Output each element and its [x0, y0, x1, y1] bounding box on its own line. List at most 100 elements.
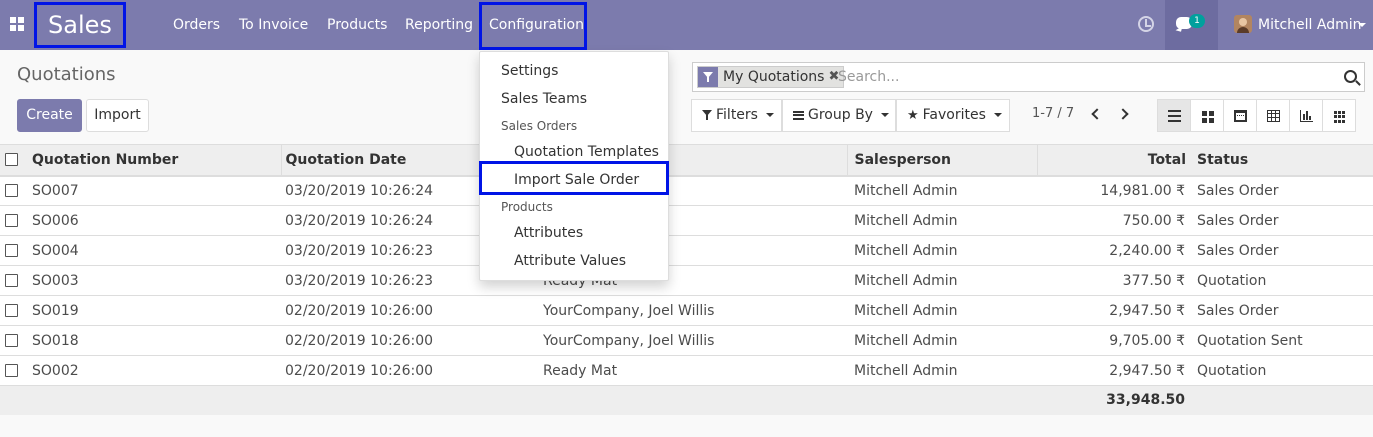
- column-total[interactable]: Total: [1037, 144, 1193, 177]
- pager-value[interactable]: 1-7 / 7: [1032, 106, 1074, 121]
- kanban-view-icon: [1202, 111, 1215, 123]
- star-icon: ★: [907, 108, 919, 123]
- cell-salesperson: Mitchell Admin: [847, 205, 1037, 236]
- avatar[interactable]: [1234, 15, 1252, 33]
- calendar-view-icon: [1234, 110, 1247, 122]
- menu-reporting[interactable]: Reporting: [405, 0, 473, 50]
- activity-clock-icon[interactable]: [1138, 16, 1154, 32]
- group-by-button[interactable]: Group By: [782, 99, 896, 132]
- table-row[interactable]: SO007 03/20/2019 10:26:24 Mitchell Admin 14…: [0, 175, 1373, 206]
- activity-view-icon: [1334, 111, 1347, 123]
- cell-quotation-number: SO006: [27, 205, 281, 236]
- cell-salesperson: Mitchell Admin: [847, 175, 1037, 206]
- search-facet: My Quotations ✖: [697, 66, 845, 88]
- table-row[interactable]: SO002 02/20/2019 10:26:00 Ready Mat Mitchel…: [0, 355, 1373, 386]
- graph-view-button[interactable]: [1289, 99, 1323, 132]
- dropdown-item-quotation-templates[interactable]: Quotation Templates: [480, 144, 668, 160]
- dropdown-item-attribute-values[interactable]: Attribute Values: [480, 253, 668, 269]
- dropdown-header-products: Products: [501, 200, 553, 214]
- favorites-label: Favorites: [922, 107, 986, 123]
- table-row[interactable]: SO00303/20/2019 10:26:23Ready MatMitchel…: [0, 265, 1373, 296]
- import-button[interactable]: Import: [86, 99, 149, 132]
- select-all-checkbox[interactable]: [0, 144, 27, 177]
- kanban-view-button[interactable]: [1190, 99, 1224, 132]
- top-navbar: Sales Orders To Invoice Products Reporti…: [0, 0, 1373, 50]
- messaging-button[interactable]: 1: [1165, 0, 1218, 50]
- calendar-view-button[interactable]: [1223, 99, 1257, 132]
- column-status[interactable]: Status: [1193, 144, 1373, 177]
- cell-quotation-number: SO004: [27, 235, 281, 266]
- caret-down-icon: [880, 113, 889, 117]
- menu-to-invoice[interactable]: To Invoice: [239, 0, 308, 50]
- row-checkbox[interactable]: [0, 355, 27, 386]
- cell-salesperson: Mitchell Admin: [847, 355, 1037, 386]
- dropdown-item-settings[interactable]: Settings: [480, 63, 668, 79]
- list-view-button[interactable]: [1157, 99, 1191, 132]
- cell-status: Sales Order: [1193, 205, 1373, 236]
- search-bar[interactable]: My Quotations ✖: [692, 62, 1365, 92]
- breadcrumb: Quotations: [17, 64, 116, 85]
- cell-total: 14,981.00 ₹: [1037, 175, 1193, 206]
- cell-quotation-date: 02/20/2019 10:26:00: [281, 355, 536, 386]
- facet-label: My Quotations: [723, 69, 825, 85]
- menu-products[interactable]: Products: [327, 0, 387, 50]
- view-switcher: [1157, 99, 1356, 132]
- cell-customer: YourCompany, Joel Willis: [536, 325, 847, 356]
- caret-down-icon: [993, 113, 1002, 117]
- import-sale-order-highlight: [479, 161, 669, 195]
- column-quotation-number[interactable]: Quotation Number: [27, 144, 282, 177]
- table-row[interactable]: SO019 02/20/2019 10:26:00 YourCompany, Joe…: [0, 295, 1373, 326]
- table-footer: 33,948.50: [0, 385, 1373, 415]
- cell-salesperson: Mitchell Admin: [847, 265, 1037, 296]
- table-row[interactable]: SO006 03/20/2019 10:26:24 Mitchell Admin 75…: [0, 205, 1373, 236]
- row-checkbox[interactable]: [0, 325, 27, 356]
- cell-status: Quotation: [1193, 355, 1373, 386]
- row-checkbox[interactable]: [0, 235, 27, 266]
- cell-quotation-number: SO019: [27, 295, 281, 326]
- dropdown-item-sales-teams[interactable]: Sales Teams: [480, 91, 668, 107]
- cell-status: Sales Order: [1193, 175, 1373, 206]
- user-menu[interactable]: Mitchell Admin: [1258, 0, 1362, 50]
- row-checkbox[interactable]: [0, 295, 27, 326]
- row-checkbox[interactable]: [0, 265, 27, 296]
- row-checkbox[interactable]: [0, 175, 27, 206]
- table-row[interactable]: SO018 02/20/2019 10:26:00 YourCompany, Joe…: [0, 325, 1373, 356]
- activity-view-button[interactable]: [1322, 99, 1356, 132]
- menu-orders[interactable]: Orders: [173, 0, 220, 50]
- app-name[interactable]: Sales: [34, 2, 126, 48]
- cell-quotation-date: 02/20/2019 10:26:00: [281, 295, 536, 326]
- search-icon[interactable]: [1344, 70, 1357, 83]
- apps-menu-icon[interactable]: [10, 17, 24, 31]
- configuration-highlight: [479, 2, 587, 50]
- column-salesperson[interactable]: Salesperson: [847, 144, 1038, 177]
- cell-customer: YourCompany, Joel Willis: [536, 295, 847, 326]
- filters-label: Filters: [716, 107, 758, 123]
- pivot-view-button[interactable]: [1256, 99, 1290, 132]
- user-menu-caret-icon[interactable]: [1358, 23, 1366, 27]
- cell-total: 9,705.00 ₹: [1037, 325, 1193, 356]
- search-input[interactable]: [838, 63, 1328, 91]
- cell-status: Quotation: [1193, 265, 1373, 296]
- table-row[interactable]: SO004 03/20/2019 10:26:23 Mitchell Admin 2,…: [0, 235, 1373, 266]
- graph-view-icon: [1300, 110, 1313, 122]
- pager-previous-icon[interactable]: [1091, 108, 1103, 120]
- cell-status: Sales Order: [1193, 295, 1373, 326]
- cell-total: 377.50 ₹: [1037, 265, 1193, 296]
- pager-next-icon[interactable]: [1117, 108, 1129, 120]
- filters-button[interactable]: Filters: [691, 99, 782, 132]
- list-view-icon: [1168, 110, 1181, 122]
- group-by-label: Group By: [808, 107, 873, 123]
- row-checkbox[interactable]: [0, 205, 27, 236]
- cell-status: Quotation Sent: [1193, 325, 1373, 356]
- favorites-button[interactable]: ★ Favorites: [896, 99, 1010, 132]
- filter-icon: [702, 110, 712, 120]
- cell-quotation-number: SO018: [27, 325, 281, 356]
- dropdown-item-attributes[interactable]: Attributes: [480, 225, 668, 241]
- cell-customer: Ready Mat: [536, 355, 847, 386]
- chat-badge: 1: [1189, 14, 1205, 28]
- quotations-table: Quotation Number Quotation Date Salesper…: [0, 144, 1373, 415]
- create-button[interactable]: Create: [17, 99, 82, 132]
- bars-icon: [793, 110, 804, 120]
- filter-icon: [698, 67, 718, 87]
- cell-status: Sales Order: [1193, 235, 1373, 266]
